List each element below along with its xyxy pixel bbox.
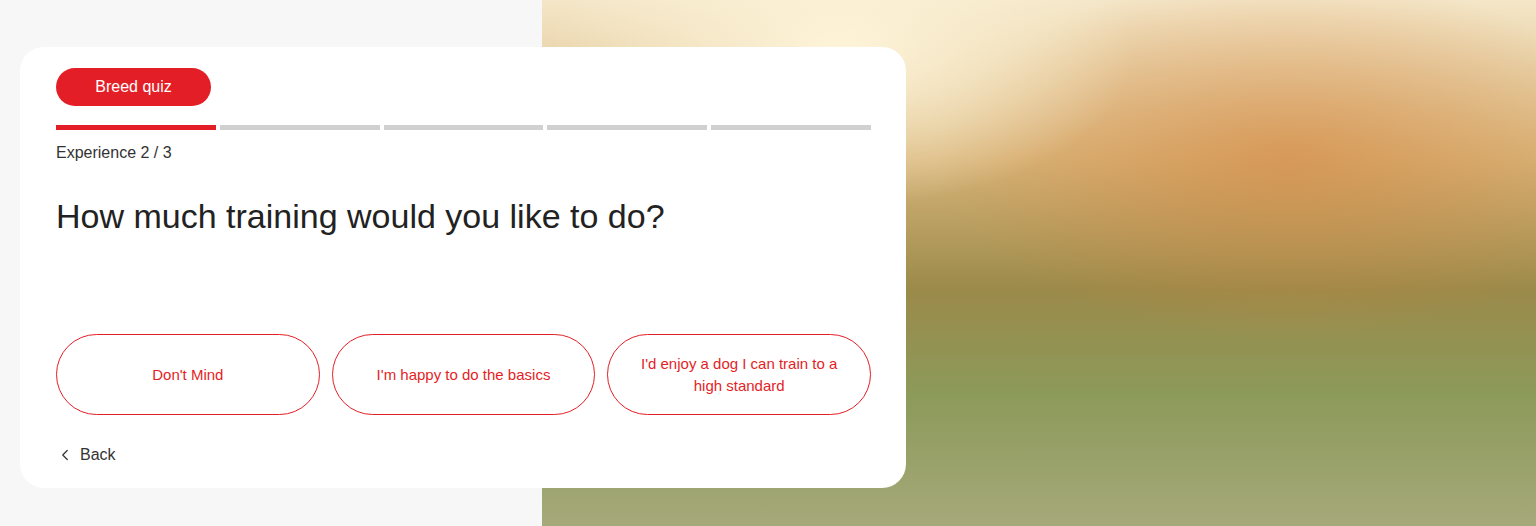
option-button[interactable]: Don't Mind — [56, 334, 320, 415]
progress-bar — [56, 125, 871, 130]
quiz-card: Breed quiz Experience 2 / 3 How much train… — [20, 47, 906, 488]
page: Breed quiz Experience 2 / 3 How much train… — [0, 0, 1536, 526]
quiz-badge: Breed quiz — [56, 68, 211, 106]
options-row: Don't MindI'm happy to do the basicsI'd … — [56, 334, 871, 415]
step-label: Experience 2 / 3 — [56, 143, 871, 163]
question-title: How much training would you like to do? — [56, 196, 871, 236]
option-button[interactable]: I'm happy to do the basics — [332, 334, 596, 415]
option-button[interactable]: I'd enjoy a dog I can train to a high st… — [607, 334, 871, 415]
progress-segment — [56, 125, 216, 130]
back-button[interactable]: Back — [56, 445, 116, 465]
progress-segment — [711, 125, 871, 130]
progress-segment — [220, 125, 380, 130]
chevron-left-icon — [56, 446, 74, 464]
progress-segment — [384, 125, 544, 130]
progress-segment — [547, 125, 707, 130]
back-label: Back — [80, 445, 116, 465]
